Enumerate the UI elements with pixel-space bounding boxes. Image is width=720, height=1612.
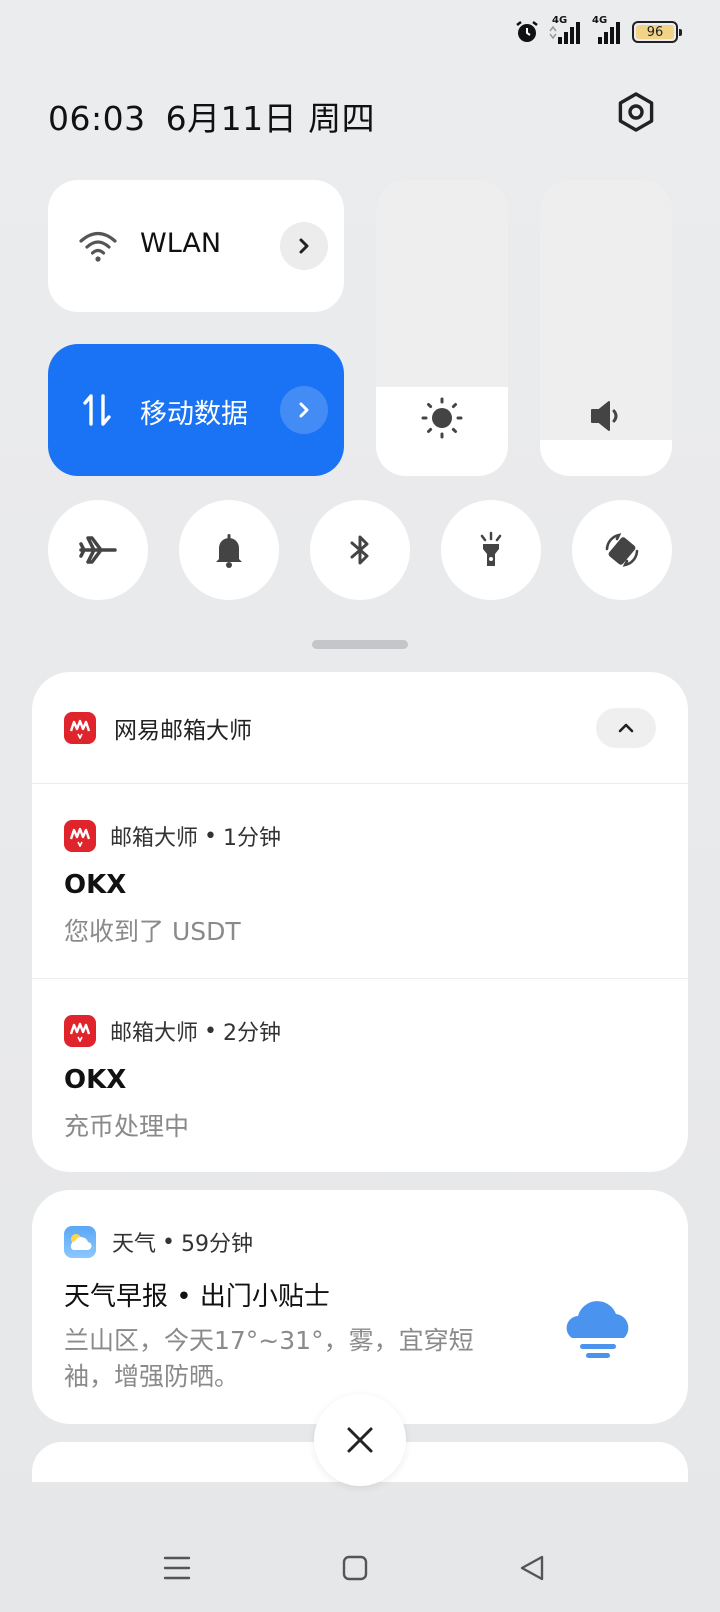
mobile-data-tile[interactable]: 移动数据 (48, 344, 344, 476)
mail-master-app-icon (64, 711, 96, 744)
brightness-icon (421, 397, 463, 439)
wlan-tile[interactable]: WLAN (48, 180, 344, 312)
notification-title: OKX (64, 870, 127, 900)
notification-meta: 邮箱大师 • 2分钟 (64, 1015, 656, 1047)
chevron-right-icon (299, 402, 309, 418)
quick-toggles (48, 500, 672, 600)
bluetooth-icon (350, 535, 369, 565)
rotate-icon (605, 533, 639, 567)
menu-icon (163, 1556, 191, 1580)
notification-app: 天气 (112, 1232, 157, 1257)
close-icon (347, 1427, 373, 1453)
auto-rotate-toggle[interactable] (572, 500, 672, 600)
navigation-bar (0, 1540, 720, 1600)
mail-master-app-icon (64, 1015, 96, 1047)
notification-group-mail[interactable]: 网易邮箱大师 邮箱大师 • 1分钟 OKX 您收到了 USDT 邮箱大师 • 2… (32, 672, 688, 1172)
settings-icon (618, 92, 654, 132)
chevron-up-icon (618, 723, 634, 732)
notification-title: OKX (64, 1065, 127, 1095)
clock-date: 6月11日 周四 (165, 99, 376, 138)
notification-item[interactable]: 邮箱大师 • 2分钟 OKX 充币处理中 (32, 978, 688, 1172)
weather-app-icon (64, 1226, 96, 1258)
notification-meta: 邮箱大师 • 1分钟 (64, 820, 656, 852)
status-bar: 4G 4G 96 (514, 14, 682, 50)
speaker-icon (591, 401, 618, 431)
clear-all-button[interactable] (314, 1394, 406, 1486)
alarm-icon (516, 21, 538, 42)
notification-body: 兰山区，今天17°~31°，雾，宜穿短袖，增强防晒。 (64, 1326, 474, 1391)
notification-time: 1分钟 (223, 826, 281, 851)
battery-indicator: 96 (632, 21, 682, 43)
bell-icon (216, 534, 242, 568)
volume-slider[interactable] (540, 180, 672, 476)
bluetooth-toggle[interactable] (310, 500, 410, 600)
notification-body: 充币处理中 (64, 1112, 190, 1141)
flashlight-icon (480, 531, 502, 566)
settings-button[interactable] (614, 90, 658, 134)
signal-bars-icon (549, 22, 580, 44)
notification-app: 邮箱大师 (110, 1021, 199, 1046)
notification-meta: 天气 • 59分钟 (64, 1226, 656, 1258)
back-triangle-icon (520, 1555, 544, 1581)
collapse-button[interactable] (596, 707, 656, 748)
signal-bars-icon (598, 22, 620, 44)
home-button[interactable] (335, 1548, 375, 1588)
ring-mode-toggle[interactable] (179, 500, 279, 600)
airplane-mode-toggle[interactable] (48, 500, 148, 600)
separator-dot: • (204, 1018, 217, 1044)
flashlight-toggle[interactable] (441, 500, 541, 600)
mobile-data-expand-button[interactable] (280, 386, 328, 434)
signal-sim2: 4G (590, 15, 624, 45)
mail-master-app-icon (64, 820, 96, 852)
signal-sim1: 4G (548, 15, 582, 45)
notification-group-header[interactable]: 网易邮箱大师 (32, 672, 688, 784)
home-square-icon (342, 1555, 368, 1581)
wlan-label: WLAN (140, 228, 222, 259)
group-app-name: 网易邮箱大师 (114, 717, 252, 744)
notification-body: 您收到了 USDT (64, 917, 241, 946)
wlan-expand-button[interactable] (280, 222, 328, 270)
brightness-slider[interactable] (376, 180, 508, 476)
drag-handle[interactable] (312, 640, 408, 649)
volume-level-fill (540, 440, 672, 476)
mobile-data-icon (83, 394, 111, 426)
mobile-data-label: 移动数据 (140, 399, 248, 430)
chevron-right-icon (299, 238, 309, 254)
separator-dot: • (204, 823, 217, 849)
battery-level: 96 (646, 24, 664, 40)
notification-time: 59分钟 (181, 1232, 253, 1257)
back-button[interactable] (512, 1548, 552, 1588)
recents-button[interactable] (157, 1548, 197, 1588)
fog-cloud-icon (566, 1301, 629, 1358)
notification-weather[interactable]: 天气 • 59分钟 天气早报 • 出门小贴士 兰山区，今天17°~31°，雾，宜… (32, 1190, 688, 1424)
clock-time: 06:03 (48, 99, 146, 138)
wifi-icon (79, 231, 117, 262)
separator-dot: • (162, 1229, 175, 1255)
airplane-icon (79, 536, 117, 564)
notification-time: 2分钟 (223, 1021, 281, 1046)
notification-shade: 4G 4G 96 06:03 6月11日 周四 WLAN 移动数据 网易邮箱大师… (0, 0, 720, 1612)
notification-app: 邮箱大师 (110, 826, 199, 851)
notification-item[interactable]: 邮箱大师 • 1分钟 OKX 您收到了 USDT (32, 784, 688, 978)
date-time: 06:03 6月11日 周四 (48, 92, 375, 140)
